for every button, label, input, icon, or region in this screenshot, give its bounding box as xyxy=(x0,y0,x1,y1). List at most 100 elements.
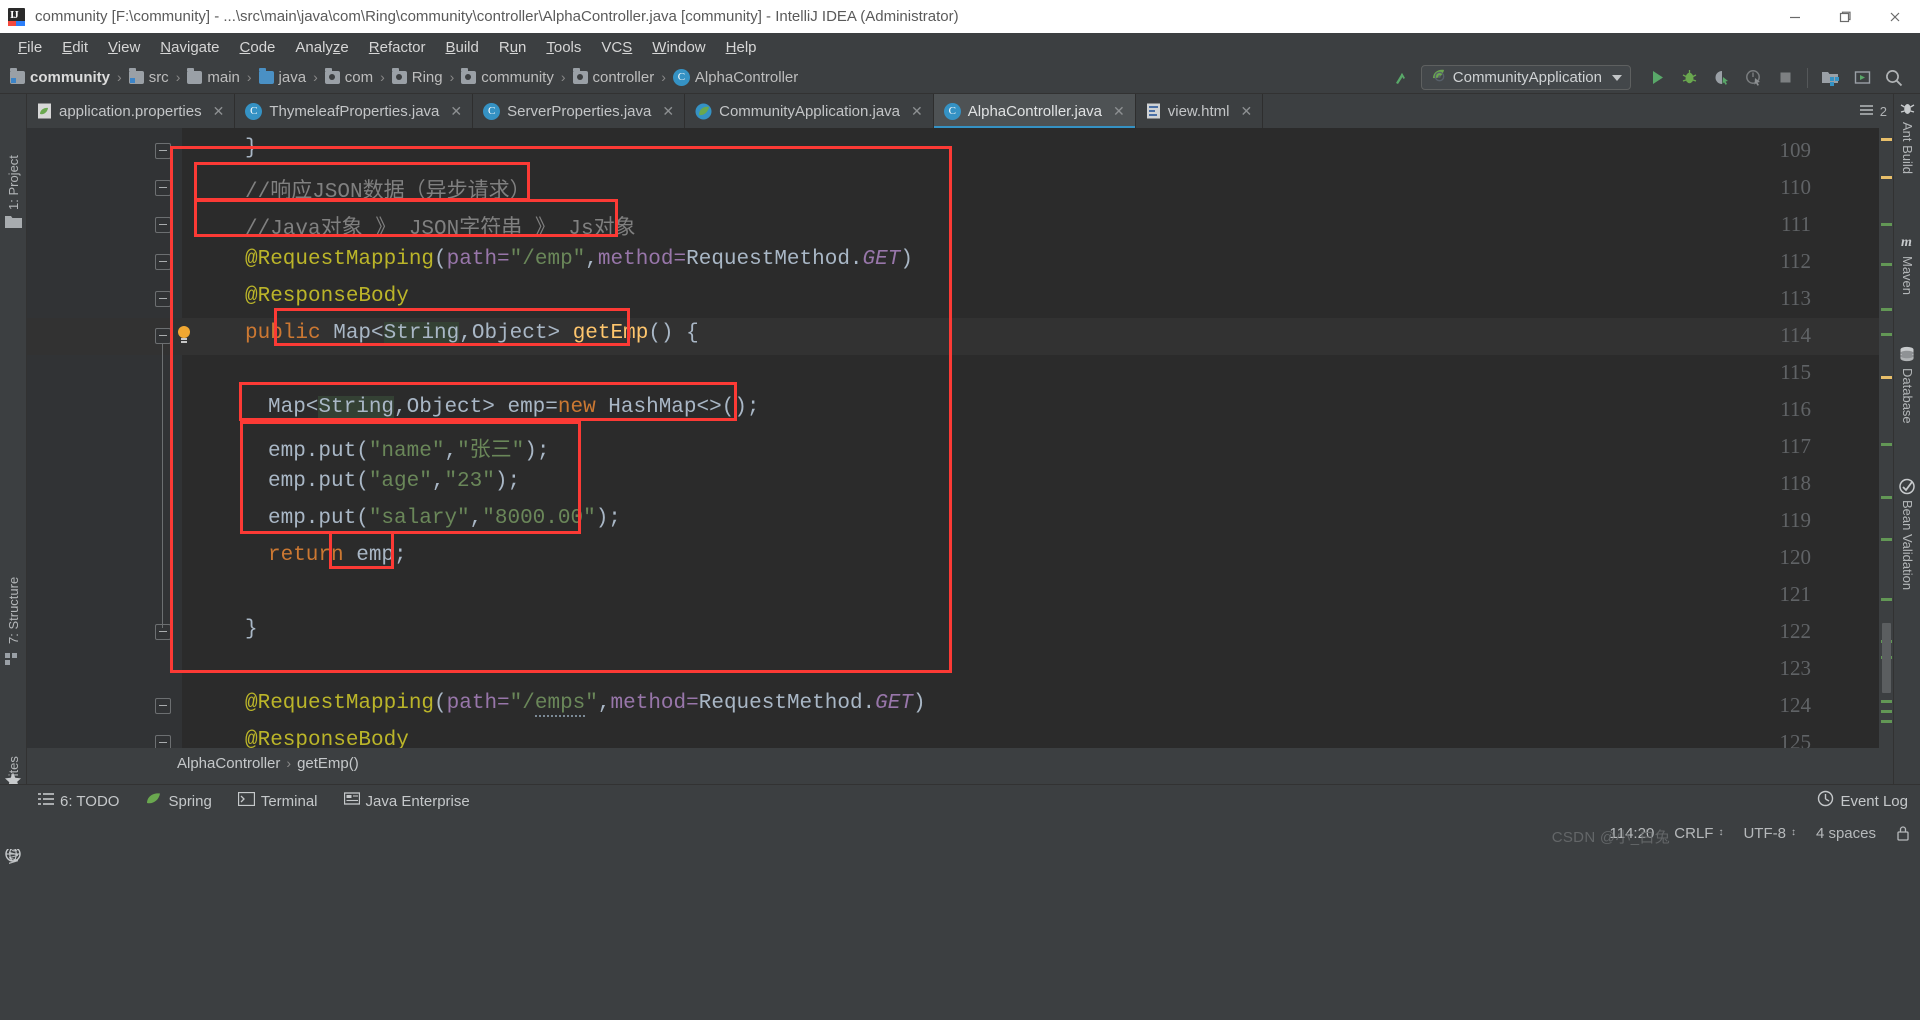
editor-marker[interactable] xyxy=(1881,263,1892,266)
editor-marker[interactable] xyxy=(1881,598,1892,601)
menu-item-edit[interactable]: Edit xyxy=(52,36,98,59)
code-line[interactable]: emp.put("salary","8000.00"); xyxy=(268,507,621,530)
code-line[interactable]: public Map<String,Object> getEmp() { xyxy=(245,322,699,345)
search-icon[interactable] xyxy=(1878,64,1910,92)
close-icon[interactable]: ✕ xyxy=(911,104,923,118)
code-editor[interactable]: 109} 110 //响应JSON数据（异步请求） 111 //Java对象 》 JSO… xyxy=(27,128,1893,748)
indent-setting[interactable]: 4 spaces xyxy=(1816,825,1876,842)
menu-item-view[interactable]: View xyxy=(98,36,150,59)
editor-marker[interactable] xyxy=(1881,376,1892,379)
editor-tab-alphacontroller-java[interactable]: C AlphaController.java ✕ xyxy=(933,94,1136,128)
menu-item-build[interactable]: Build xyxy=(435,36,488,59)
editor-tab-view-html[interactable]: view.html ✕ xyxy=(1135,94,1264,128)
breadcrumb-item-community[interactable]: community xyxy=(461,67,554,86)
menu-item-file[interactable]: File xyxy=(8,36,52,59)
code-line[interactable]: @ResponseBody xyxy=(245,285,409,308)
code-line[interactable]: @RequestMapping(path="/emps",method=Requ… xyxy=(245,692,926,717)
code-fold-toggle[interactable] xyxy=(155,143,171,159)
code-fold-toggle[interactable] xyxy=(155,624,171,640)
run-configuration-selector[interactable]: CommunityApplication xyxy=(1420,65,1631,90)
breadcrumb-item-community[interactable]: community xyxy=(10,67,110,86)
editor-marker[interactable] xyxy=(1881,710,1892,713)
profile-button[interactable] xyxy=(1737,64,1769,92)
sidebar-item-maven[interactable]: Maven xyxy=(1894,256,1920,334)
code-line[interactable]: @ResponseBody xyxy=(245,729,409,748)
code-fold-toggle[interactable] xyxy=(155,328,171,344)
sidebar-item-project[interactable]: 1: Project xyxy=(0,100,27,210)
editor-marker[interactable] xyxy=(1881,308,1892,311)
close-button[interactable] xyxy=(1870,0,1920,33)
editor-marker[interactable] xyxy=(1881,223,1892,226)
menu-item-tools[interactable]: Tools xyxy=(536,36,591,59)
editor-marker[interactable] xyxy=(1881,333,1892,336)
code-fold-toggle[interactable] xyxy=(155,180,171,196)
breadcrumb-item-ring[interactable]: Ring xyxy=(391,67,443,86)
run-button[interactable] xyxy=(1641,64,1673,92)
editor-marker-bar[interactable] xyxy=(1879,128,1893,748)
line-separator[interactable]: CRLF ↕ xyxy=(1674,825,1723,842)
code-line[interactable]: emp.put("name","张三"); xyxy=(268,433,550,463)
breadcrumb-item-com[interactable]: com xyxy=(324,67,373,86)
editor-marker[interactable] xyxy=(1881,720,1892,723)
breadcrumb-item-src[interactable]: src xyxy=(128,67,169,86)
debug-button[interactable] xyxy=(1673,64,1705,92)
structure-breadcrumb-item[interactable]: AlphaController xyxy=(177,755,280,772)
code-fold-toggle[interactable] xyxy=(155,291,171,307)
stop-button[interactable] xyxy=(1769,64,1801,92)
breadcrumb-item-controller[interactable]: controller xyxy=(572,67,654,86)
attach-process-icon[interactable] xyxy=(1814,64,1846,92)
code-line[interactable]: //响应JSON数据（异步请求） xyxy=(245,174,531,204)
editor-marker[interactable] xyxy=(1881,700,1892,703)
editor-marker[interactable] xyxy=(1881,538,1892,541)
lock-icon[interactable] xyxy=(1896,825,1910,841)
code-fold-toggle[interactable] xyxy=(155,217,171,233)
bottom-item-todo[interactable]: 6: TODO xyxy=(38,792,119,811)
code-fold-toggle[interactable] xyxy=(155,698,171,714)
terminal-play-icon[interactable] xyxy=(1846,64,1878,92)
structure-breadcrumb-item[interactable]: getEmp() xyxy=(297,755,359,772)
menu-item-refactor[interactable]: Refactor xyxy=(359,36,436,59)
sidebar-item-bean-validation[interactable]: Bean Validation xyxy=(1894,500,1920,652)
sidebar-item-structure[interactable]: 7: Structure xyxy=(0,514,27,644)
close-icon[interactable]: ✕ xyxy=(450,104,462,118)
breadcrumb-item-java[interactable]: java xyxy=(258,67,306,86)
code-fold-toggle[interactable] xyxy=(155,254,171,270)
file-encoding[interactable]: UTF-8 ↕ xyxy=(1743,825,1796,842)
close-icon[interactable]: ✕ xyxy=(1240,104,1252,118)
code-line[interactable]: //Java对象 》 JSON字符串 》 Js对象 xyxy=(245,211,636,241)
code-line[interactable]: Map<String,Object> emp=new HashMap<>(); xyxy=(268,396,760,419)
close-icon[interactable]: ✕ xyxy=(1113,104,1125,118)
editor-tab-thymeleafproperties-java[interactable]: C ThymeleafProperties.java ✕ xyxy=(235,94,474,128)
code-line[interactable]: emp.put("age","23"); xyxy=(268,470,520,493)
close-icon[interactable]: ✕ xyxy=(213,104,225,118)
editor-scrollbar-thumb[interactable] xyxy=(1882,623,1891,693)
minimize-button[interactable] xyxy=(1770,0,1820,33)
editor-marker[interactable] xyxy=(1881,138,1892,141)
editor-marker[interactable] xyxy=(1881,176,1892,179)
code-fold-toggle[interactable] xyxy=(155,735,171,748)
event-log-button[interactable]: Event Log xyxy=(1817,790,1908,812)
code-line[interactable]: } xyxy=(245,137,258,160)
bottom-item-java-enterprise[interactable]: Java Enterprise xyxy=(343,791,470,811)
breadcrumb-item-alphacontroller[interactable]: C AlphaController xyxy=(672,68,798,86)
sidebar-item-ant-build[interactable]: Ant Build xyxy=(1894,122,1920,222)
code-line[interactable]: @RequestMapping(path="/emp",method=Reque… xyxy=(245,248,913,271)
editor-marker[interactable] xyxy=(1881,496,1892,499)
menu-item-navigate[interactable]: Navigate xyxy=(150,36,229,59)
code-line[interactable]: return emp; xyxy=(268,544,407,567)
make-project-icon[interactable] xyxy=(1389,65,1415,91)
close-icon[interactable]: ✕ xyxy=(662,104,674,118)
bottom-item-terminal[interactable]: Terminal xyxy=(237,791,318,811)
breadcrumb-item-main[interactable]: main xyxy=(187,67,240,86)
editor-tab-communityapplication-java[interactable]: CommunityApplication.java ✕ xyxy=(685,94,934,128)
editor-tab-serverproperties-java[interactable]: C ServerProperties.java ✕ xyxy=(473,94,686,128)
run-with-coverage-button[interactable] xyxy=(1705,64,1737,92)
bottom-item-spring[interactable]: Spring xyxy=(145,791,212,811)
menu-item-code[interactable]: Code xyxy=(230,36,286,59)
intention-bulb-icon[interactable] xyxy=(177,326,191,344)
collapse-tabs-button[interactable]: 2 xyxy=(1859,104,1887,119)
menu-item-help[interactable]: Help xyxy=(716,36,767,59)
editor-marker[interactable] xyxy=(1881,443,1892,446)
menu-item-window[interactable]: Window xyxy=(642,36,715,59)
editor-tab-application-properties[interactable]: application.properties ✕ xyxy=(27,94,236,128)
